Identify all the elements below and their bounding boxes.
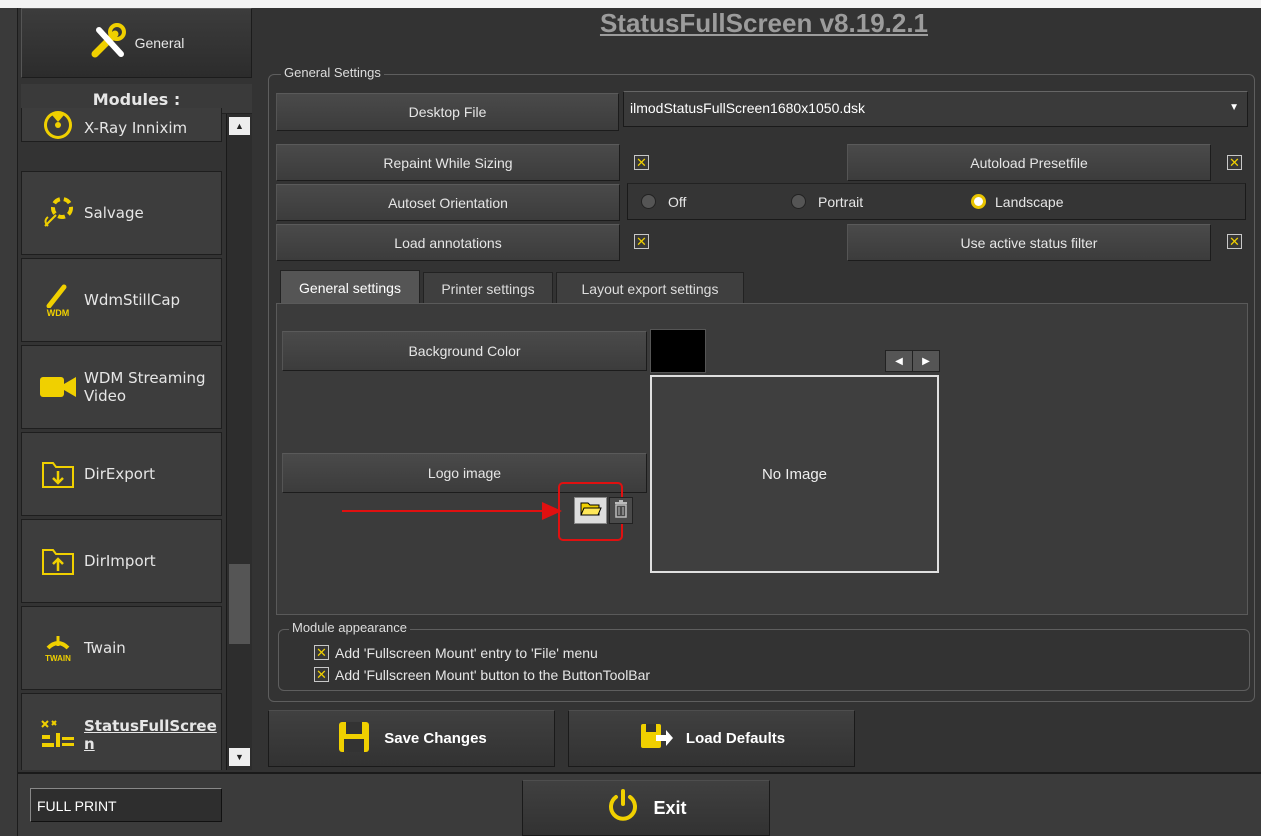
orientation-landscape-radio[interactable] <box>971 194 986 209</box>
toolbar-button-checkbox[interactable]: ✕ <box>314 667 329 682</box>
arrow-right-icon[interactable]: ▶ <box>913 351 939 371</box>
tab-printer-settings[interactable]: Printer settings <box>423 272 553 304</box>
toolbar-button-label: Add 'Fullscreen Mount' button to the But… <box>335 667 651 683</box>
general-label: General <box>134 35 185 51</box>
module-wdmstillcap[interactable]: WDM WdmStillCap <box>21 258 222 342</box>
arrow-left-icon[interactable]: ◀ <box>886 351 913 371</box>
lifebuoy-icon <box>36 191 80 235</box>
tools-icon <box>89 22 129 65</box>
save-icon <box>336 719 372 759</box>
folder-import-icon <box>36 539 80 583</box>
file-menu-entry-label: Add 'Fullscreen Mount' entry to 'File' m… <box>335 645 598 661</box>
sidebar-scrollbar[interactable]: ▲ ▼ <box>226 114 252 770</box>
annotations-checkbox[interactable]: ✕ <box>634 234 649 249</box>
module-xray[interactable]: X-Ray Innixim <box>21 108 222 142</box>
repaint-checkbox[interactable]: ✕ <box>634 155 649 170</box>
orientation-portrait-radio[interactable] <box>791 194 806 209</box>
general-button[interactable]: General <box>21 8 252 78</box>
module-wdm-streaming[interactable]: WDM Streaming Video <box>21 345 222 429</box>
trash-icon <box>614 500 628 521</box>
module-statusfullscreen[interactable]: StatusFullScreen <box>21 693 222 770</box>
page-title: StatusFullScreen v8.19.2.1 <box>599 8 929 38</box>
background-color-swatch[interactable] <box>650 329 706 373</box>
module-dirimport[interactable]: DirImport <box>21 519 222 603</box>
scroll-down-arrow[interactable]: ▼ <box>229 748 250 766</box>
wdm-still-icon: WDM <box>36 278 80 322</box>
file-menu-entry-checkbox[interactable]: ✕ <box>314 645 329 660</box>
orientation-off-radio[interactable] <box>641 194 656 209</box>
load-defaults-button[interactable]: Load Defaults <box>568 710 855 767</box>
exit-button[interactable]: Exit <box>522 780 770 836</box>
tab-layout-export-settings[interactable]: Layout export settings <box>556 272 744 304</box>
repaint-while-sizing-button[interactable]: Repaint While Sizing <box>276 144 620 181</box>
no-image-text: No Image <box>761 465 828 483</box>
use-active-status-filter-button[interactable]: Use active status filter <box>847 224 1211 261</box>
save-changes-button[interactable]: Save Changes <box>268 710 555 767</box>
chevron-down-icon: ▼ <box>1229 102 1239 113</box>
general-settings-legend: General Settings <box>281 65 384 80</box>
open-folder-button[interactable] <box>574 497 607 524</box>
tab-general-settings[interactable]: General settings <box>280 270 420 304</box>
background-color-button[interactable]: Background Color <box>282 331 647 371</box>
orientation-radio-group: Off Portrait Landscape <box>627 183 1246 220</box>
scroll-thumb[interactable] <box>229 564 250 644</box>
load-defaults-icon <box>638 721 674 757</box>
annotation-arrow <box>342 500 567 524</box>
app-window: General Modules : X-Ray Innixim Salvage … <box>0 8 1261 836</box>
delete-image-button[interactable] <box>609 497 633 524</box>
power-icon <box>605 788 641 829</box>
status-filter-checkbox[interactable]: ✕ <box>1227 234 1242 249</box>
image-nav-arrows[interactable]: ◀ ▶ <box>885 350 940 372</box>
module-salvage[interactable]: Salvage <box>21 171 222 255</box>
folder-export-icon <box>36 452 80 496</box>
desktop-file-select[interactable]: ilmodStatusFullScreen1680x1050.dsk ▼ <box>623 91 1248 127</box>
module-direxport[interactable]: DirExport <box>21 432 222 516</box>
printer-status-field: FULL PRINT <box>30 788 222 822</box>
module-appearance-legend: Module appearance <box>289 620 410 635</box>
scroll-up-arrow[interactable]: ▲ <box>229 117 250 135</box>
module-list: X-Ray Innixim Salvage WDM WdmStillCap WD… <box>0 108 225 770</box>
autoload-checkbox[interactable]: ✕ <box>1227 155 1242 170</box>
desktop-file-button[interactable]: Desktop File <box>276 93 619 131</box>
open-folder-icon <box>579 501 602 520</box>
logo-image-preview: No Image <box>650 375 939 573</box>
module-twain[interactable]: TWAIN Twain <box>21 606 222 690</box>
twain-icon: TWAIN <box>36 626 80 670</box>
radiation-icon <box>36 108 80 147</box>
video-camera-icon <box>36 365 80 409</box>
autoload-presetfile-button[interactable]: Autoload Presetfile <box>847 144 1211 181</box>
load-annotations-button[interactable]: Load annotations <box>276 224 620 261</box>
status-fullscreen-icon <box>36 713 80 757</box>
autoset-orientation-button[interactable]: Autoset Orientation <box>276 184 620 221</box>
